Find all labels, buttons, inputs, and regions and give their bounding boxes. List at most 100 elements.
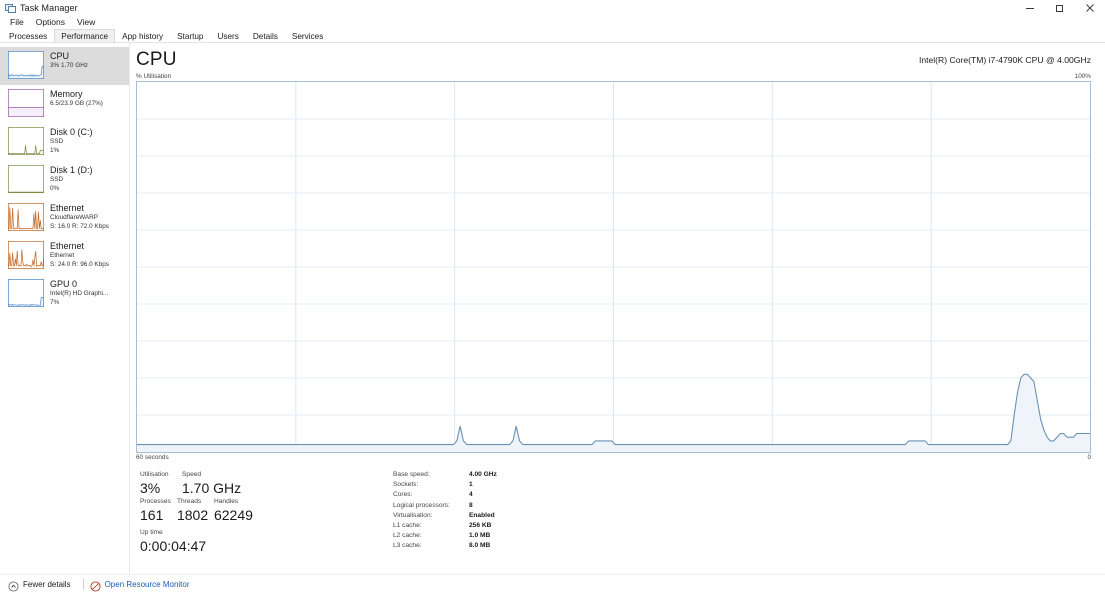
sidebar-item-subtitle: CloudflareWARP: [50, 214, 99, 221]
tab-users[interactable]: Users: [210, 29, 245, 42]
cpu-detail-value: 8.0 MB: [469, 542, 491, 550]
cpu-detail-key: L1 cache:: [393, 522, 422, 530]
uptime-label: Up time: [140, 529, 163, 536]
sidebar-item-subtitle: SSD: [50, 176, 64, 183]
uptime-value: 0:00:04:47: [140, 538, 207, 554]
sidebar-item-title: Ethernet: [50, 241, 85, 251]
disk1-thumbnail-graph: [8, 165, 44, 193]
cpu-detail-row: Cores: 4: [393, 490, 497, 500]
sidebar-item-ethernet[interactable]: Ethernet CloudflareWARP S: 16.0 R: 72.0 Kb…: [0, 199, 129, 237]
cpu-utilisation-chart[interactable]: [136, 81, 1091, 453]
open-resource-monitor-label[interactable]: Open Resource Monitor: [105, 580, 190, 589]
sidebar-item-gpu-0[interactable]: GPU 0 Intel(R) HD Graphi... 7%: [0, 275, 129, 313]
cpu-detail-value: 1.0 MB: [469, 532, 491, 540]
stat-handles: Handles 62249: [214, 497, 258, 524]
cpu-detail-key: L2 cache:: [393, 532, 422, 540]
cpu-detail-key: Sockets:: [393, 481, 419, 489]
task-manager-window: Task Manager File Options View Processes…: [0, 0, 1105, 600]
cpu-detail-row: Virtualisation: Enabled: [393, 511, 497, 521]
utilisation-value: 3%: [140, 480, 161, 496]
tab-details[interactable]: Details: [246, 29, 285, 42]
fewer-details-button[interactable]: Fewer details: [8, 579, 77, 592]
cpu-model-label: Intel(R) Core(TM) i7-4790K CPU @ 4.00GHz: [918, 55, 1091, 65]
cpu-detail-key: Logical processors:: [393, 501, 450, 509]
cpu-stats: Utilisation 3% Speed 1.70 GHz Processes …: [136, 462, 1091, 555]
sidebar-item-title: Disk 0 (C:): [50, 127, 93, 137]
cpu-detail-row: Base speed: 4.00 GHz: [393, 470, 497, 480]
stat-uptime: Up time 0:00:04:47: [140, 524, 258, 555]
menu-view[interactable]: View: [71, 16, 101, 29]
sidebar-item-text: CPU 3% 1.70 GHz: [50, 51, 88, 71]
tab-performance[interactable]: Performance: [54, 29, 116, 42]
cpu-detail-value: 1: [469, 481, 473, 489]
cpu-detail-key: Base speed:: [393, 471, 430, 478]
panel-header: CPU Intel(R) Core(TM) i7-4790K CPU @ 4.0…: [136, 49, 1091, 71]
tab-strip: Processes Performance App history Startu…: [0, 29, 1105, 43]
open-resource-monitor-button[interactable]: Open Resource Monitor: [90, 579, 196, 592]
cpu-detail-key: Virtualisation:: [393, 511, 433, 519]
memory-thumbnail-graph: [8, 89, 44, 117]
sidebar-item-text: Disk 0 (C:) SSD 1%: [50, 127, 93, 155]
cpu-detail-value: Enabled: [469, 511, 495, 519]
window-body: CPU 3% 1.70 GHz Memory 6.5/23.9 GB (27%) Dis…: [0, 43, 1105, 574]
processes-value: 161: [140, 507, 164, 523]
cpu-detail-row: L2 cache: 1.0 MB: [393, 531, 497, 541]
minimize-button[interactable]: [1015, 0, 1045, 16]
cpu-detail-row: L1 cache: 256 KB: [393, 521, 497, 531]
sidebar-item-subtitle: Intel(R) HD Graphi...: [50, 290, 109, 297]
tab-startup[interactable]: Startup: [170, 29, 210, 42]
sidebar-item-subtitle: Ethernet: [50, 252, 75, 259]
sidebar-item-text: Ethernet CloudflareWARP S: 16.0 R: 72.0 Kb…: [50, 203, 109, 231]
status-bar: Fewer details Open Resource Monitor: [0, 574, 1105, 594]
sidebar-item-title: Ethernet: [50, 203, 85, 213]
restore-button[interactable]: [1045, 0, 1075, 16]
tab-processes[interactable]: Processes: [2, 29, 54, 42]
performance-panel: CPU Intel(R) Core(TM) i7-4790K CPU @ 4.0…: [130, 43, 1105, 574]
sidebar-item-title: GPU 0: [50, 279, 78, 289]
tab-app-history[interactable]: App history: [115, 29, 170, 42]
utilisation-label: Utilisation: [140, 471, 169, 478]
close-button[interactable]: [1075, 0, 1105, 16]
menu-bar: File Options View: [0, 16, 1105, 29]
sidebar-item-disk-0-c[interactable]: Disk 0 (C:) SSD 1%: [0, 123, 129, 161]
sidebar-item-text: GPU 0 Intel(R) HD Graphi... 7%: [50, 279, 108, 307]
cpu-detail-key: Cores:: [393, 491, 413, 499]
sidebar-item-title: Disk 1 (D:): [50, 165, 93, 175]
sidebar-item-text: Disk 1 (D:) SSD 0%: [50, 165, 93, 193]
tab-services[interactable]: Services: [285, 29, 330, 42]
status-divider: [82, 579, 84, 590]
sidebar-item-detail: 1%: [50, 146, 60, 154]
handles-value: 62249: [213, 507, 253, 523]
sidebar-item-title: Memory: [50, 89, 83, 99]
cpu-detail-value: 8: [469, 501, 473, 509]
sidebar-item-memory[interactable]: Memory 6.5/23.9 GB (27%): [0, 85, 129, 123]
sidebar-item-subtitle: 3% 1.70 GHz: [50, 62, 89, 69]
chevron-up-circle-icon: [8, 579, 19, 592]
handles-label: Handles: [213, 498, 239, 505]
disk0-thumbnail-graph: [8, 127, 44, 155]
chart-wrap: [136, 81, 1091, 453]
cpu-detail-row: Logical processors: 8: [393, 501, 497, 511]
gpu-thumbnail-graph: [8, 279, 44, 307]
sidebar-item-cpu[interactable]: CPU 3% 1.70 GHz: [0, 47, 129, 85]
menu-options[interactable]: Options: [30, 16, 71, 29]
chart-top-labels: % Utilisation 100%: [136, 71, 1091, 81]
sidebar-item-disk-1-d[interactable]: Disk 1 (D:) SSD 0%: [0, 161, 129, 199]
title-bar: Task Manager: [0, 0, 1105, 16]
resource-monitor-icon: [90, 579, 101, 592]
stat-processes: Processes 161: [140, 497, 177, 524]
window-title: Task Manager: [20, 3, 78, 13]
x-axis-label: 60 seconds: [136, 454, 169, 461]
threads-value: 1802: [176, 507, 209, 523]
stat-speed: Speed 1.70 GHz: [182, 470, 258, 497]
speed-value: 1.70 GHz: [182, 480, 242, 496]
sidebar-item-ethernet[interactable]: Ethernet Ethernet S: 24.0 R: 96.0 Kbps: [0, 237, 129, 275]
stats-primary: Utilisation 3% Speed 1.70 GHz Processes …: [140, 470, 258, 555]
fewer-details-label: Fewer details: [23, 580, 71, 589]
menu-file[interactable]: File: [4, 16, 30, 29]
chart-bottom-labels: 60 seconds 0: [136, 453, 1091, 462]
sidebar-item-subtitle: SSD: [50, 138, 64, 145]
cpu-detail-row: Sockets: 1: [393, 480, 497, 490]
page-title: CPU: [136, 49, 177, 70]
sidebar-item-text: Ethernet Ethernet S: 24.0 R: 96.0 Kbps: [50, 241, 109, 269]
